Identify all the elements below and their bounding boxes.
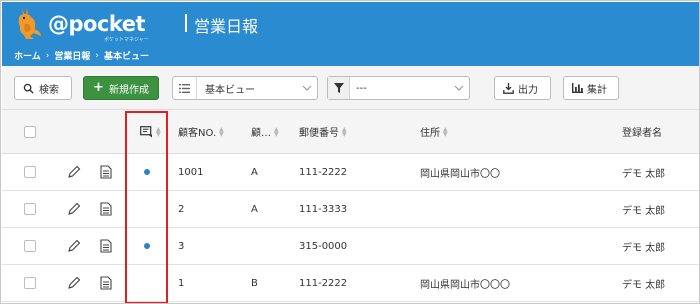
edit-pencil-icon[interactable] [67, 154, 81, 190]
breadcrumb-current: 基本ビュー [103, 52, 149, 62]
app-title: 営業日報 [194, 17, 259, 36]
registrant-cell: デモ 太郎 [622, 168, 666, 180]
memo-flag-dot [144, 243, 150, 249]
customer-no-cell: 2 [178, 203, 185, 215]
view-select-value: 基本ビュー [205, 84, 255, 96]
filter-select-value: --- [356, 82, 367, 94]
registrant-cell: デモ 太郎 [622, 242, 666, 254]
view-select[interactable]: 基本ビュー [172, 76, 318, 100]
column-header-customer-category[interactable]: 顧… ▲ ▼ [251, 110, 279, 153]
logo-subtext: ポケットマネジャー [104, 37, 149, 43]
customer-category-cell: B [251, 277, 258, 289]
search-button[interactable]: 検索 [14, 76, 72, 100]
search-icon [23, 83, 34, 94]
table-row[interactable]: 3 315-0000 デモ 太郎 [2, 228, 699, 265]
search-button-label: 検索 [39, 84, 59, 96]
sort-icon[interactable]: ▲ ▼ [342, 126, 347, 137]
sort-icon[interactable]: ▲ ▼ [156, 126, 161, 137]
registrant-cell: デモ 太郎 [622, 205, 666, 217]
row-checkbox[interactable] [24, 203, 36, 215]
logo-text: @pocket [48, 12, 146, 36]
header-divider [185, 14, 187, 32]
toolbar: 検索 + 新規作成 基本ビュー --- 出力 集計 [2, 66, 699, 110]
registrant-cell: デモ 太郎 [622, 279, 666, 291]
table-row[interactable]: 1001 A 111-2222 岡山県岡山市〇〇 デモ 太郎 [2, 154, 699, 191]
row-checkbox[interactable] [24, 240, 36, 252]
customer-no-cell: 1 [178, 277, 185, 289]
column-header-label: 住所 [420, 128, 440, 139]
postal-code-cell: 111-2222 [299, 166, 348, 178]
breadcrumb-separator-icon: › [95, 50, 99, 61]
summary-button[interactable]: 集計 [563, 76, 619, 100]
export-button-label: 出力 [518, 84, 538, 96]
new-record-button[interactable]: + 新規作成 [83, 76, 159, 100]
select-all-checkbox[interactable] [24, 125, 36, 138]
memo-flag-dot [144, 169, 150, 175]
row-checkbox[interactable] [24, 166, 36, 178]
records-table: ▲ ▼ 顧客NO. ▲ ▼ 顧… ▲ ▼ 郵便番号 ▲ ▼ 住所 ▲ ▼ 登録者名 [2, 110, 699, 303]
column-header-postal-code[interactable]: 郵便番号 ▲ ▼ [299, 110, 347, 153]
table-header: ▲ ▼ 顧客NO. ▲ ▼ 顧… ▲ ▼ 郵便番号 ▲ ▼ 住所 ▲ ▼ 登録者名 [2, 110, 699, 154]
address-cell: 岡山県岡山市〇〇〇 [420, 279, 510, 291]
bar-chart-icon [572, 83, 583, 93]
row-checkbox[interactable] [24, 277, 36, 289]
edit-pencil-icon[interactable] [67, 228, 81, 264]
breadcrumb-app[interactable]: 営業日報 [54, 49, 90, 62]
chevron-down-icon [297, 85, 317, 91]
chevron-down-icon [449, 85, 469, 91]
breadcrumb-home[interactable]: ホーム [14, 49, 41, 62]
filter-select[interactable]: --- [327, 76, 470, 100]
column-header-registrant[interactable]: 登録者名 [622, 110, 662, 153]
edit-pencil-icon[interactable] [67, 191, 81, 227]
document-icon[interactable] [100, 228, 112, 264]
document-icon[interactable] [100, 191, 112, 227]
customer-no-cell: 3 [178, 240, 185, 252]
column-header-label: 顧客NO. [178, 128, 217, 139]
customer-category-cell: A [251, 166, 258, 178]
memo-flag-cell [144, 154, 150, 190]
app-frame: @pocket ポケットマネジャー 営業日報 ホーム › 営業日報 › 基本ビュ… [0, 0, 700, 304]
memo-flag-icon [140, 125, 152, 137]
column-header-label: 郵便番号 [299, 128, 339, 139]
filter-icon [328, 77, 350, 99]
postal-code-cell: 315-0000 [299, 240, 348, 252]
column-header-label: 登録者名 [622, 128, 662, 139]
column-header-customer-no[interactable]: 顧客NO. ▲ ▼ [178, 110, 224, 153]
memo-flag-cell [144, 228, 150, 264]
column-header-address[interactable]: 住所 ▲ ▼ [420, 110, 448, 153]
sort-icon[interactable]: ▲ ▼ [219, 126, 224, 137]
memo-flag-column-header[interactable]: ▲ ▼ [140, 110, 161, 153]
sort-icon[interactable]: ▲ ▼ [443, 126, 448, 137]
app-header: @pocket ポケットマネジャー 営業日報 ホーム › 営業日報 › 基本ビュ… [2, 2, 699, 66]
new-record-label: 新規作成 [108, 84, 149, 96]
download-icon [503, 82, 514, 94]
postal-code-cell: 111-3333 [299, 203, 348, 215]
plus-icon: + [93, 80, 104, 95]
export-button[interactable]: 出力 [494, 76, 551, 100]
document-icon[interactable] [100, 154, 112, 190]
summary-button-label: 集計 [587, 84, 607, 96]
customer-category-cell: A [251, 203, 258, 215]
edit-pencil-icon[interactable] [67, 265, 81, 301]
table-row[interactable]: 1 B 111-2222 岡山県岡山市〇〇〇 デモ 太郎 [2, 265, 699, 302]
sort-icon[interactable]: ▲ ▼ [274, 126, 279, 137]
column-header-label: 顧… [251, 128, 271, 139]
logo[interactable]: @pocket ポケットマネジャー [12, 6, 149, 43]
customer-no-cell: 1001 [178, 166, 204, 178]
breadcrumb-separator-icon: › [45, 50, 50, 61]
list-icon [173, 77, 197, 99]
kangaroo-logo-icon [18, 8, 41, 39]
postal-code-cell: 111-2222 [299, 277, 348, 289]
document-icon[interactable] [100, 265, 112, 301]
breadcrumb: ホーム › 営業日報 › 基本ビュー [14, 49, 149, 63]
address-cell: 岡山県岡山市〇〇 [420, 168, 500, 180]
table-row[interactable]: 2 A 111-3333 デモ 太郎 [2, 191, 699, 228]
